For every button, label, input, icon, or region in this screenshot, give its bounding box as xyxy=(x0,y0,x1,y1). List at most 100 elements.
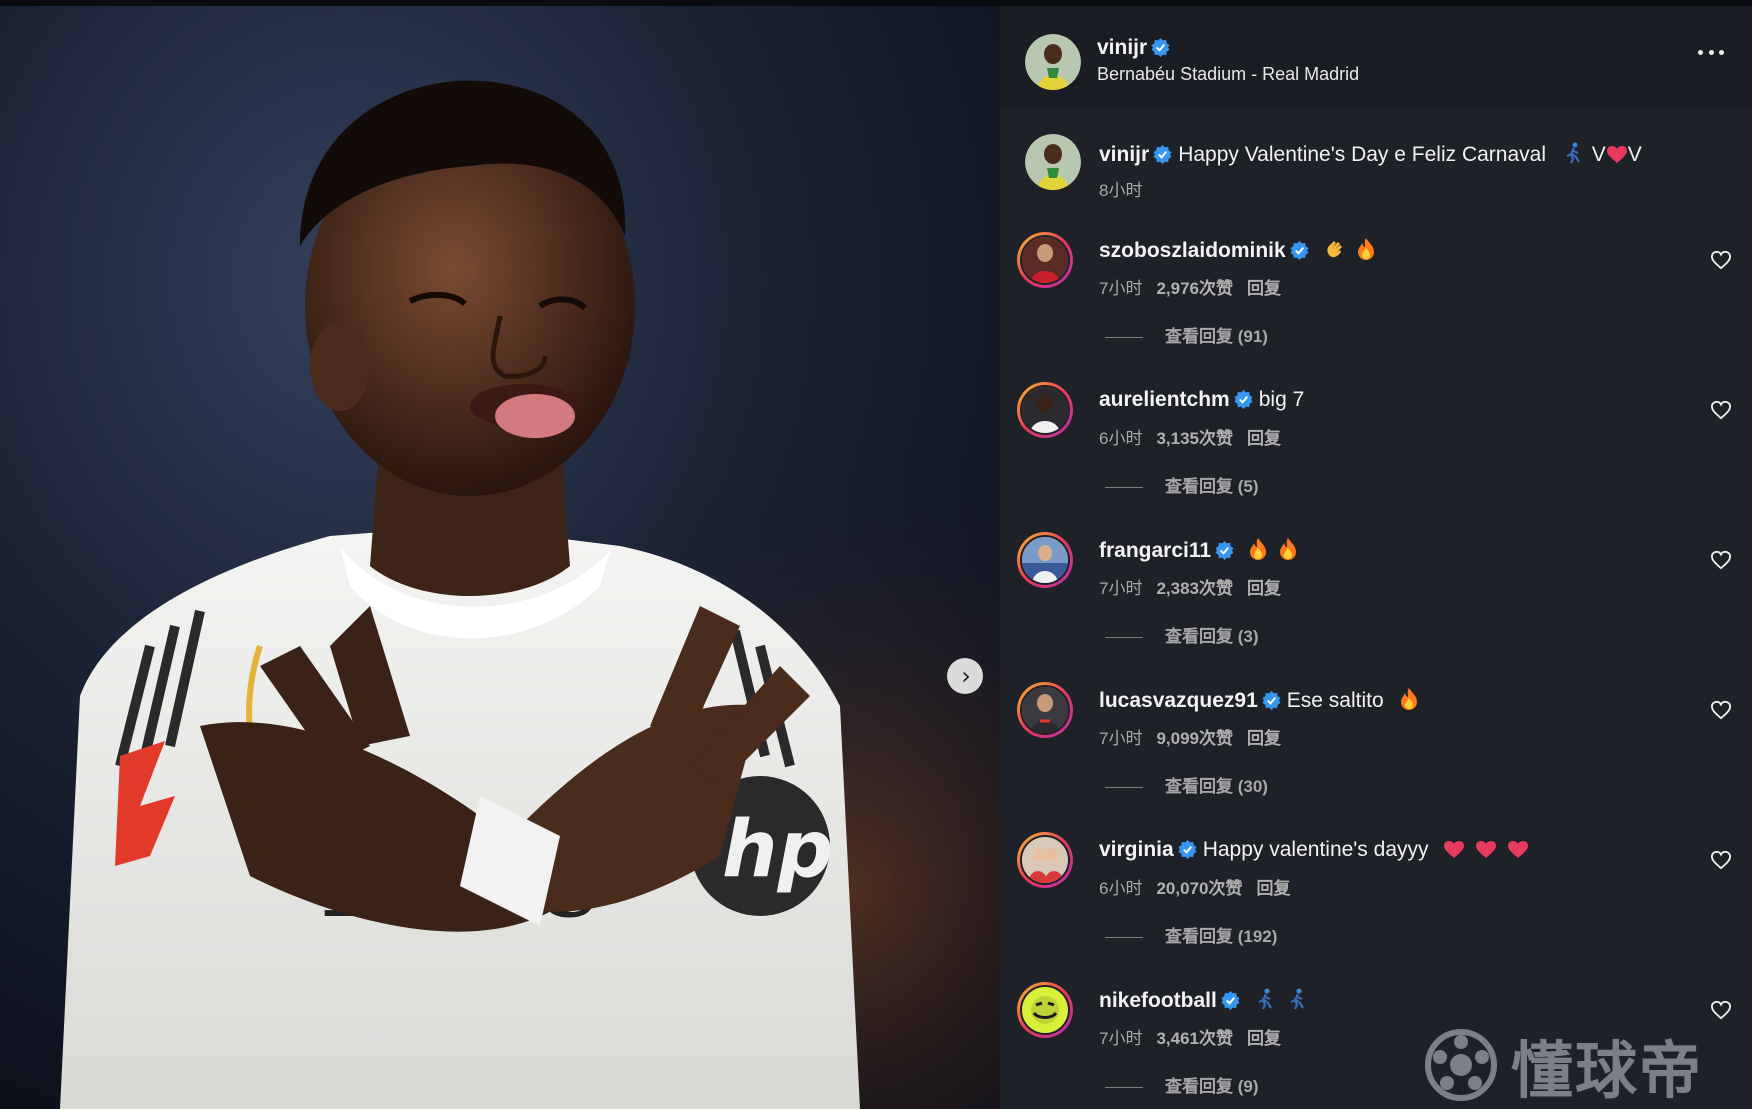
comment-likes[interactable]: 9,099次赞 xyxy=(1156,729,1233,748)
comment-line: szoboszlaidominik xyxy=(1099,238,1378,263)
view-replies-label: 查看回复 (91) xyxy=(1165,327,1268,346)
comment-text: Ese saltito xyxy=(1286,689,1384,712)
reply-button[interactable]: 回复 xyxy=(1256,879,1290,898)
comment-time[interactable]: 7小时 xyxy=(1099,1029,1142,1048)
comment-likes[interactable]: 20,070次赞 xyxy=(1156,879,1242,898)
comment-username[interactable]: lucasvazquez91 xyxy=(1099,689,1258,712)
verified-badge-icon xyxy=(1151,38,1170,57)
comment-avatar-image xyxy=(1022,387,1068,433)
comment-line: aurelientchm big 7 xyxy=(1099,388,1304,412)
comment-time[interactable]: 7小时 xyxy=(1099,729,1142,748)
reply-button[interactable]: 回复 xyxy=(1247,279,1281,298)
comment-text: big 7 xyxy=(1258,388,1305,411)
reply-button[interactable]: 回复 xyxy=(1247,429,1281,448)
caption-text: Happy Valentine's Day e Feliz Carnaval xyxy=(1178,143,1546,166)
comment-time[interactable]: 6小时 xyxy=(1099,429,1142,448)
comment-item: aurelientchm big 7 6小时 3,135次赞 回复 查看回复 (5) xyxy=(1000,382,1752,532)
comment-meta: 7小时 9,099次赞 回复 xyxy=(1099,724,1295,749)
comment-avatar[interactable] xyxy=(1017,532,1073,588)
comment-username[interactable]: szoboszlaidominik xyxy=(1099,239,1286,262)
view-replies-button[interactable]: 查看回复 (192) xyxy=(1105,922,1277,947)
author-username-row[interactable]: vinijr xyxy=(1097,36,1176,60)
fire-emoji-icon xyxy=(1400,688,1417,710)
heart-outline-icon[interactable] xyxy=(1710,1000,1732,1020)
heart-emoji-icon xyxy=(1606,146,1627,163)
comment-meta: 6小时 3,135次赞 回复 xyxy=(1099,424,1295,449)
comment-text: Happy valentine's dayyy xyxy=(1202,838,1429,861)
comment-likes[interactable]: 2,383次赞 xyxy=(1156,579,1233,598)
view-replies-button[interactable]: 查看回复 (9) xyxy=(1105,1072,1259,1097)
comment-meta: 7小时 2,976次赞 回复 xyxy=(1099,274,1295,299)
comment-line: lucasvazquez91 Ese saltito xyxy=(1099,688,1421,713)
fire-emoji-icon xyxy=(1249,538,1266,560)
heart-outline-icon[interactable] xyxy=(1710,550,1732,570)
reply-button[interactable]: 回复 xyxy=(1247,1029,1281,1048)
reply-button[interactable]: 回复 xyxy=(1247,729,1281,748)
view-replies-button[interactable]: 查看回复 (30) xyxy=(1105,772,1268,797)
comment-item: lucasvazquez91 Ese saltito 7小时 9,099次赞 回复 查… xyxy=(1000,682,1752,832)
heart-outline-icon[interactable] xyxy=(1710,850,1732,870)
heart-outline-icon[interactable] xyxy=(1710,700,1732,720)
comment-line: virginia Happy valentine's dayyy xyxy=(1099,838,1531,862)
comment-avatar[interactable] xyxy=(1017,832,1073,888)
comment-time[interactable]: 7小时 xyxy=(1099,579,1142,598)
comment-likes[interactable]: 3,135次赞 xyxy=(1156,429,1233,448)
comment-username[interactable]: nikefootball xyxy=(1099,989,1217,1012)
fire-emoji-icon xyxy=(1358,238,1375,260)
caption-suffix-v2: V xyxy=(1627,143,1642,166)
next-media-button[interactable]: › xyxy=(947,658,983,694)
comment-time[interactable]: 6小时 xyxy=(1099,879,1142,898)
comment-username[interactable]: frangarci11 xyxy=(1099,539,1211,562)
view-replies-button[interactable]: 查看回复 (3) xyxy=(1105,622,1259,647)
comment-avatar-image xyxy=(1022,837,1068,883)
post-detail-panel: vinijr Bernabéu Stadium - Real Madrid vi… xyxy=(1000,6,1752,1109)
post-header: vinijr Bernabéu Stadium - Real Madrid xyxy=(1000,6,1752,110)
view-replies-label: 查看回复 (192) xyxy=(1165,927,1278,946)
comment-username[interactable]: virginia xyxy=(1099,838,1174,861)
verified-badge-icon xyxy=(1153,145,1172,164)
comment-avatar[interactable] xyxy=(1017,382,1073,438)
heart-outline-icon[interactable] xyxy=(1710,400,1732,420)
comment-time[interactable]: 7小时 xyxy=(1099,279,1142,298)
view-replies-label: 查看回复 (5) xyxy=(1165,477,1259,496)
heart-emoji-icon xyxy=(1476,841,1497,858)
chevron-right-icon: › xyxy=(961,662,971,690)
heart-outline-icon[interactable] xyxy=(1710,250,1732,270)
caption-suffix-v1: V xyxy=(1591,143,1606,166)
comment-likes[interactable]: 3,461次赞 xyxy=(1156,1029,1233,1048)
post-media: hp Em e › xyxy=(0,6,1000,1109)
runner-emoji-icon xyxy=(1290,988,1304,1010)
comment-avatar[interactable] xyxy=(1017,982,1073,1038)
author-avatar-image xyxy=(1025,34,1081,90)
caption-timestamp[interactable]: 8小时 xyxy=(1099,176,1142,201)
verified-badge-icon xyxy=(1215,541,1234,560)
comment-avatar[interactable] xyxy=(1017,682,1073,738)
verified-badge-icon xyxy=(1262,691,1281,710)
verified-badge-icon xyxy=(1221,991,1240,1010)
view-replies-button[interactable]: 查看回复 (91) xyxy=(1105,322,1268,347)
comment-likes[interactable]: 2,976次赞 xyxy=(1156,279,1233,298)
watermark-logo-icon xyxy=(1425,1029,1497,1101)
author-avatar[interactable] xyxy=(1025,34,1081,90)
comment-username[interactable]: aurelientchm xyxy=(1099,388,1230,411)
verified-badge-icon xyxy=(1178,840,1197,859)
reply-button[interactable]: 回复 xyxy=(1247,579,1281,598)
author-username[interactable]: vinijr xyxy=(1097,36,1147,59)
watermark-text: 懂球帝 xyxy=(1511,1034,1704,1107)
caption-username[interactable]: vinijr xyxy=(1099,143,1149,166)
comment-item: virginia Happy valentine's dayyy 6小时 20,07… xyxy=(1000,832,1752,982)
comment-meta: 6小时 20,070次赞 回复 xyxy=(1099,874,1304,899)
view-replies-button[interactable]: 查看回复 (5) xyxy=(1105,472,1259,497)
comment-avatar-image xyxy=(1022,237,1068,283)
watermark: 懂球帝 xyxy=(1425,1025,1725,1107)
comment-item: szoboszlaidominik 7小时 2,976次赞 回复 查看回复 (91) xyxy=(1000,232,1752,382)
more-options-icon[interactable] xyxy=(1698,50,1724,58)
svg-text:hp: hp xyxy=(722,805,833,895)
comment-item: frangarci11 7小时 2,383次赞 回复 查看回复 (3) xyxy=(1000,532,1752,682)
caption-author-avatar[interactable] xyxy=(1025,134,1081,190)
runner-emoji-icon xyxy=(1258,988,1272,1010)
view-replies-label: 查看回复 (9) xyxy=(1165,1077,1259,1096)
comment-avatar[interactable] xyxy=(1017,232,1073,288)
comment-meta: 7小时 3,461次赞 回复 xyxy=(1099,1024,1295,1049)
post-location[interactable]: Bernabéu Stadium - Real Madrid xyxy=(1097,64,1359,85)
